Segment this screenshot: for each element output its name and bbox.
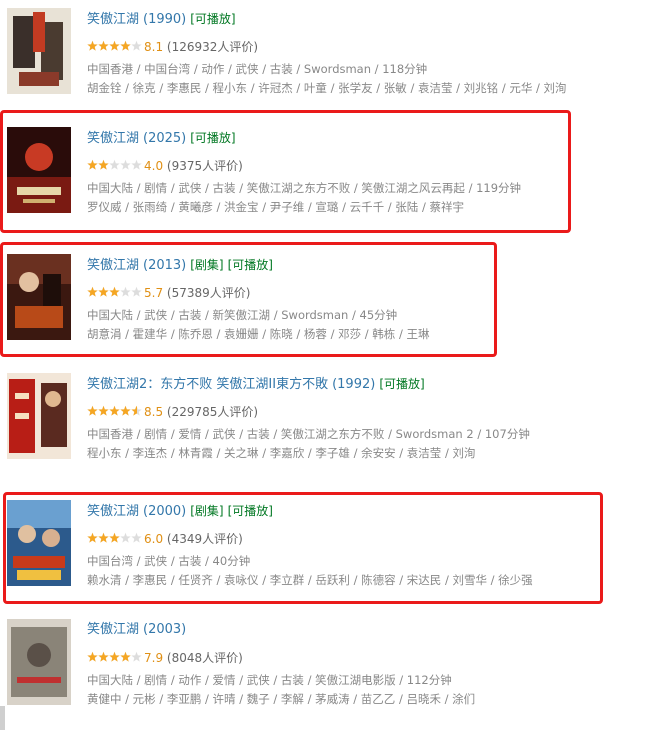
poster-image[interactable] <box>7 619 71 705</box>
search-results: 笑傲江湖 (1990) [可播放] 8.1 (126932人评价) 中国香港 / 中… <box>0 0 651 730</box>
star-icon <box>131 405 137 416</box>
poster-art <box>7 373 71 459</box>
star-icon <box>120 651 131 662</box>
star-icon <box>109 40 120 51</box>
star-icon <box>109 405 120 416</box>
cast-line: 胡金铨 / 徐克 / 李惠民 / 程小东 / 许冠杰 / 叶童 / 张学友 / … <box>87 81 567 95</box>
title-link[interactable]: 笑傲江湖 <box>87 622 139 637</box>
rating-score: 7.9 <box>144 651 164 665</box>
title-link[interactable]: 笑傲江湖 <box>87 12 139 27</box>
vote-count[interactable]: (8048人评价) <box>167 651 243 665</box>
playable-tag[interactable]: [可播放] <box>190 12 235 26</box>
highlight-box <box>3 492 603 604</box>
star-icon <box>131 40 142 51</box>
poster-image[interactable] <box>7 8 71 94</box>
stars-filled <box>87 651 131 663</box>
star-icon <box>109 651 120 662</box>
poster-image[interactable] <box>7 373 71 459</box>
year: (2003) <box>143 622 187 637</box>
meta-line: 中国香港 / 剧情 / 爱情 / 武侠 / 古装 / 笑傲江湖之东方不败 / S… <box>87 427 530 441</box>
playable-tag[interactable]: [可播放] <box>379 377 424 391</box>
rating-stars <box>87 405 142 417</box>
poster-art <box>7 619 71 705</box>
cast-line: 程小东 / 李连杰 / 林青霞 / 关之琳 / 李嘉欣 / 李子雄 / 余安安 … <box>87 446 476 460</box>
poster-art <box>7 8 71 94</box>
rating-stars <box>87 40 142 52</box>
star-icon <box>87 405 98 416</box>
star-icon <box>98 651 109 662</box>
rating-stars <box>87 651 142 663</box>
rating-score: 8.5 <box>144 405 164 419</box>
meta-line: 中国大陆 / 剧情 / 动作 / 爱情 / 武侠 / 古装 / 笑傲江湖电影版 … <box>87 673 452 687</box>
star-icon <box>120 405 131 416</box>
star-icon <box>98 40 109 51</box>
meta-line: 中国香港 / 中国台湾 / 动作 / 武侠 / 古装 / Swordsman /… <box>87 62 428 76</box>
star-icon <box>131 651 142 662</box>
star-icon <box>87 40 98 51</box>
title-link[interactable]: 笑傲江湖2：东方不败 笑傲江湖II東方不敗 <box>87 377 328 392</box>
stars-filled <box>87 40 131 52</box>
year: (1990) <box>143 12 187 27</box>
scrollbar-thumb[interactable] <box>0 706 5 730</box>
cast-line: 黄健中 / 元彬 / 李亚鹏 / 许晴 / 魏子 / 李解 / 茅威涛 / 苗乙… <box>87 692 476 706</box>
stars-filled <box>87 405 137 417</box>
star-icon <box>87 651 98 662</box>
rating-score: 8.1 <box>144 40 164 54</box>
highlight-box <box>0 242 497 357</box>
vote-count[interactable]: (229785人评价) <box>167 405 258 419</box>
star-icon <box>120 40 131 51</box>
star-icon <box>98 405 109 416</box>
vote-count[interactable]: (126932人评价) <box>167 40 258 54</box>
highlight-box <box>0 110 571 233</box>
year: (1992) <box>332 377 376 392</box>
